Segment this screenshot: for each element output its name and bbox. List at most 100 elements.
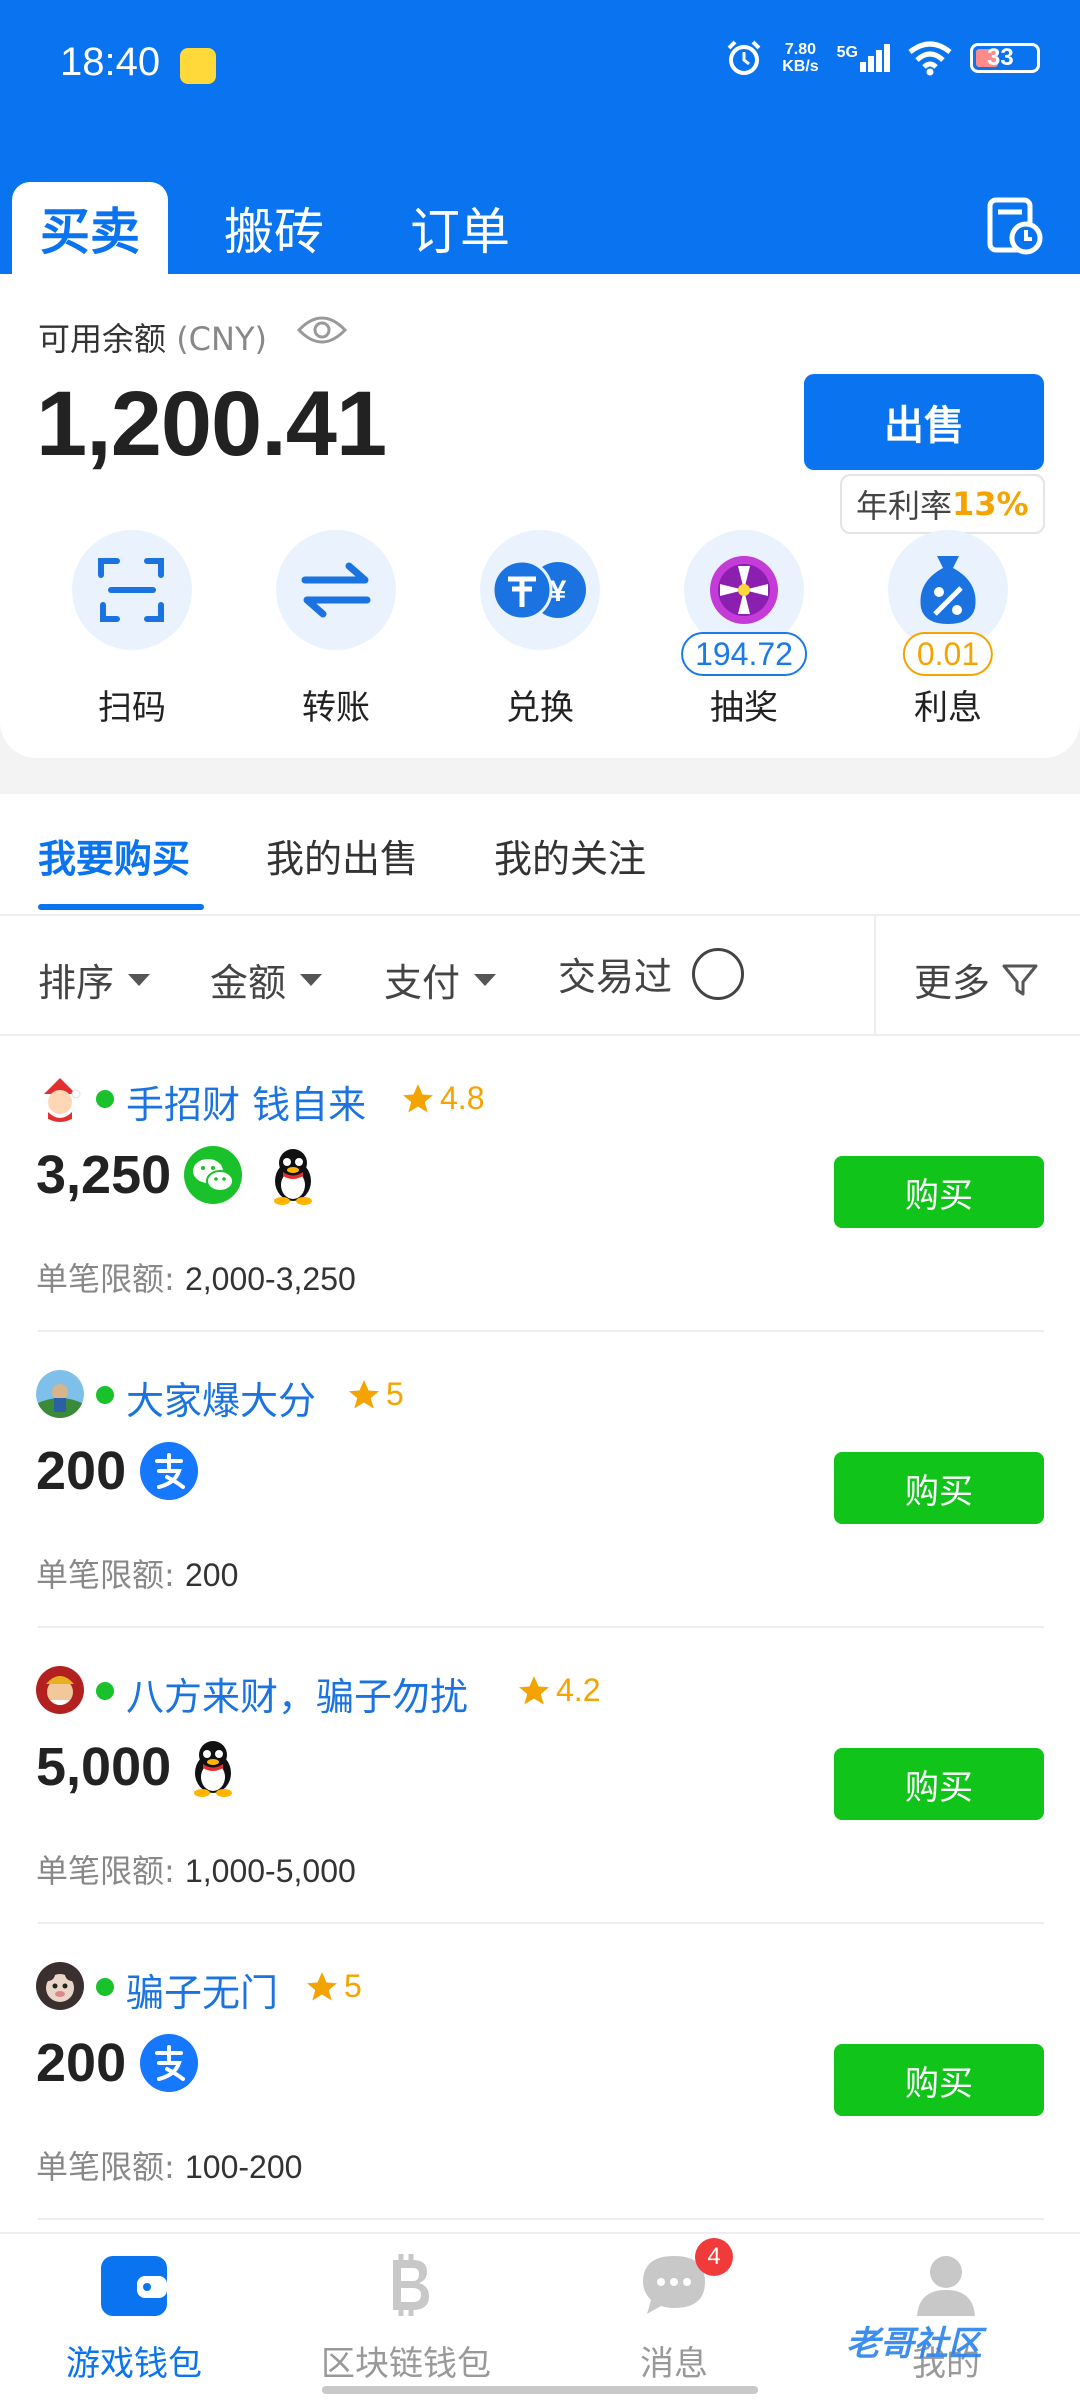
speed-value: 7.80 bbox=[784, 41, 816, 58]
quick-action-label: 兑换 bbox=[506, 688, 574, 728]
quick-action-lottery[interactable]: 194.72 抽奖 bbox=[664, 530, 824, 729]
seller-name[interactable]: 八方来财，骗子勿扰 bbox=[126, 1666, 468, 1721]
quick-action-interest[interactable]: 0.01 利息 bbox=[868, 530, 1028, 729]
rate-tip-label: 年利率 bbox=[856, 487, 953, 525]
traded-radio[interactable] bbox=[692, 947, 745, 1000]
buy-button[interactable]: 购买 bbox=[834, 1156, 1044, 1228]
rating-value: 5 bbox=[344, 1968, 362, 2004]
limit-label: 单笔限额: bbox=[36, 1260, 175, 1298]
filter-payment-label: 支付 bbox=[384, 961, 461, 1005]
lottery-icon-wrap: 194.72 bbox=[681, 530, 807, 676]
user-icon bbox=[911, 2252, 981, 2318]
listing-item: 手招财 钱自来 4.8 3,250 单笔限额: 2,000-3,250 购买 bbox=[0, 1036, 1080, 1332]
filter-traded-label: 交易过 bbox=[558, 955, 673, 999]
quick-action-scan[interactable]: 扫码 bbox=[52, 530, 212, 729]
tab-orders[interactable]: 订单 bbox=[382, 182, 538, 274]
interest-icon-wrap: 0.01 bbox=[888, 530, 1008, 676]
seller-rating: 5 bbox=[304, 1968, 362, 2005]
exchange-icon: ¥ bbox=[491, 559, 586, 621]
quick-action-label: 利息 bbox=[914, 688, 982, 728]
alipay-icon bbox=[140, 1442, 198, 1500]
watermark-logo: 老哥社区 bbox=[846, 2324, 982, 2364]
balance-currency: (CNY) bbox=[176, 320, 267, 358]
filter-traded[interactable]: 交易过 bbox=[558, 946, 745, 1001]
scan-icon bbox=[98, 558, 164, 622]
single-limit: 单笔限额: 1,000-5,000 bbox=[36, 1846, 356, 1892]
limit-value: 2,000-3,250 bbox=[184, 1261, 356, 1297]
home-indicator[interactable] bbox=[322, 2386, 758, 2394]
seller-rating: 4.8 bbox=[400, 1080, 484, 1117]
nav-game-wallet[interactable]: 游戏钱包 bbox=[24, 2252, 244, 2385]
interest-rate-tip: 年利率 13% bbox=[840, 474, 1045, 534]
rating-value: 4.8 bbox=[440, 1080, 485, 1116]
online-status-dot bbox=[96, 1386, 114, 1404]
seller-avatar[interactable] bbox=[36, 1962, 84, 2010]
seller-name[interactable]: 手招财 钱自来 bbox=[126, 1074, 366, 1129]
tab-trade[interactable]: 买卖 bbox=[12, 182, 168, 274]
seller-name[interactable]: 大家爆大分 bbox=[126, 1370, 316, 1425]
payment-methods bbox=[184, 1146, 322, 1205]
filter-amount[interactable]: 金额 bbox=[210, 952, 323, 1007]
transfer-icon-wrap bbox=[276, 530, 396, 650]
exchange-icon-wrap: ¥ bbox=[480, 530, 600, 650]
status-time: 18:40 bbox=[60, 40, 161, 84]
divider bbox=[38, 2218, 1044, 2220]
network-type: 5G bbox=[836, 44, 858, 61]
tab-my-sales[interactable]: 我的出售 bbox=[266, 828, 418, 883]
alarm-icon bbox=[727, 40, 761, 75]
qq-pay-icon bbox=[264, 1146, 322, 1205]
quick-action-label: 转账 bbox=[302, 688, 370, 728]
buy-button[interactable]: 购买 bbox=[834, 2044, 1044, 2116]
listing-amount: 3,250 bbox=[36, 1145, 172, 1205]
wifi-icon bbox=[908, 41, 952, 76]
filter-more-label: 更多 bbox=[914, 961, 991, 1005]
interest-badge: 0.01 bbox=[902, 632, 994, 676]
seller-avatar[interactable] bbox=[36, 1370, 84, 1418]
balance-label-text: 可用余额 bbox=[38, 320, 167, 358]
single-limit: 单笔限额: 100-200 bbox=[36, 2142, 302, 2188]
status-indicators: 7.80 KB/s 5G 33 bbox=[724, 38, 1040, 78]
nav-messages[interactable]: 4 消息 bbox=[564, 2238, 784, 2385]
online-status-dot bbox=[96, 1978, 114, 1996]
seller-avatar[interactable] bbox=[36, 1074, 84, 1122]
market-tabs: 我要购买 我的出售 我的关注 bbox=[0, 794, 1080, 916]
order-history-icon[interactable] bbox=[984, 196, 1044, 256]
transfer-icon bbox=[301, 562, 371, 618]
rating-value: 4.2 bbox=[556, 1672, 601, 1708]
listing-item: 八方来财，骗子勿扰 4.2 5,000 单笔限额: 1,000-5,000 购买 bbox=[0, 1628, 1080, 1924]
star-icon bbox=[349, 1379, 379, 1408]
listing-item: 骗子无门 5 200 单笔限额: 100-200 购买 bbox=[0, 1924, 1080, 2220]
tab-buy[interactable]: 我要购买 bbox=[38, 828, 190, 883]
star-icon bbox=[519, 1675, 549, 1704]
listing-amount: 5,000 bbox=[36, 1737, 172, 1797]
battery-icon: 33 bbox=[970, 43, 1040, 73]
rating-value: 5 bbox=[386, 1376, 404, 1412]
seller-name[interactable]: 骗子无门 bbox=[126, 1962, 278, 2017]
rate-tip-value: 13% bbox=[952, 485, 1029, 523]
seller-avatar[interactable] bbox=[36, 1666, 84, 1714]
tab-move-bricks[interactable]: 搬砖 bbox=[196, 182, 352, 274]
signal-icon: 5G bbox=[837, 44, 890, 72]
balance-amount: 1,200.41 bbox=[36, 373, 387, 475]
wallet-icon bbox=[99, 2252, 169, 2318]
buy-button[interactable]: 购买 bbox=[834, 1748, 1044, 1820]
caret-down-icon bbox=[128, 973, 151, 986]
nav-label: 区块链钱包 bbox=[321, 2344, 491, 2384]
seller-rating: 5 bbox=[346, 1376, 404, 1413]
caret-down-icon bbox=[300, 973, 323, 986]
limit-label: 单笔限额: bbox=[36, 1556, 175, 1594]
nav-blockchain-wallet[interactable]: 区块链钱包 bbox=[296, 2252, 516, 2385]
limit-value: 100-200 bbox=[184, 2149, 303, 2185]
filter-sort[interactable]: 排序 bbox=[38, 952, 151, 1007]
listing-item: 大家爆大分 5 200 单笔限额: 200 购买 bbox=[0, 1332, 1080, 1628]
filter-more[interactable]: 更多 bbox=[914, 952, 1040, 1007]
sell-button[interactable]: 出售 bbox=[804, 374, 1044, 470]
quick-action-exchange[interactable]: ¥ 兑换 bbox=[460, 530, 620, 729]
quick-action-label: 抽奖 bbox=[710, 688, 778, 728]
buy-button[interactable]: 购买 bbox=[834, 1452, 1044, 1524]
payment-methods bbox=[140, 2034, 198, 2092]
eye-icon[interactable] bbox=[296, 312, 348, 348]
tab-following[interactable]: 我的关注 bbox=[494, 828, 646, 883]
quick-action-transfer[interactable]: 转账 bbox=[256, 530, 416, 729]
filter-payment[interactable]: 支付 bbox=[384, 952, 497, 1007]
